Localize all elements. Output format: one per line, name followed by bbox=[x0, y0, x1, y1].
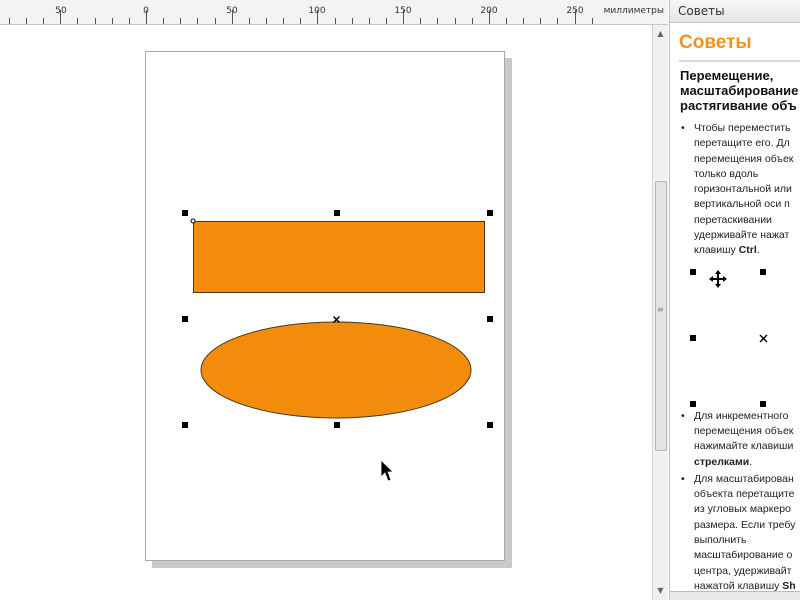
tip-line: вертикальной оси п bbox=[694, 198, 790, 211]
tip-line: центра, удерживайт bbox=[694, 564, 792, 577]
orange-rectangle[interactable] bbox=[193, 221, 485, 293]
illustration-handle bbox=[690, 268, 696, 275]
tip-line: масштабирование о bbox=[694, 549, 793, 562]
tip-scale-object: • Для масштабирован объекта перетащите и… bbox=[681, 472, 800, 594]
tip-line: Чтобы переместить bbox=[694, 122, 791, 134]
bullet-icon: • bbox=[681, 122, 685, 134]
tip-line: из угловых маркеро bbox=[694, 503, 791, 516]
move-illustration bbox=[670, 259, 800, 407]
docker-heading: Советы bbox=[679, 32, 752, 53]
heading-line: Перемещение, bbox=[680, 68, 774, 83]
bullet-icon: • bbox=[681, 472, 685, 485]
key-ctrl: Ctrl bbox=[738, 244, 757, 257]
tip-line: удерживайте нажат bbox=[694, 229, 790, 242]
selection-handle[interactable] bbox=[182, 210, 188, 216]
scrollbar-grip-icon: ≡ bbox=[657, 305, 664, 314]
selection-handle[interactable] bbox=[487, 316, 493, 322]
move-cursor-icon bbox=[709, 269, 727, 288]
selection-handle[interactable] bbox=[182, 316, 188, 322]
x-mark-icon bbox=[759, 334, 768, 343]
selection-handle[interactable] bbox=[182, 422, 188, 428]
tip-line: перемещения объек bbox=[694, 152, 794, 165]
illustration-handle bbox=[760, 268, 766, 275]
tip-line: перетащите его. Дл bbox=[694, 137, 790, 150]
heading-line: растягивание объ bbox=[680, 98, 797, 113]
tip-topic-heading: Перемещение, масштабирование растягивани… bbox=[680, 68, 800, 113]
scroll-down-arrow-icon[interactable]: ▼ bbox=[653, 584, 668, 598]
heading-divider bbox=[679, 60, 800, 62]
scroll-up-arrow-icon[interactable]: ▲ bbox=[653, 27, 668, 41]
vertical-scrollbar[interactable]: ▲ ≡ ▼ bbox=[652, 25, 668, 600]
tip-line: нажимайте клавиши bbox=[694, 440, 794, 453]
selection-handle[interactable] bbox=[487, 422, 493, 428]
scrollbar-thumb[interactable] bbox=[655, 181, 667, 451]
canvas-shapes bbox=[182, 210, 493, 482]
bullet-icon: • bbox=[681, 409, 685, 422]
node-handle[interactable] bbox=[190, 218, 196, 224]
illustration-handle bbox=[690, 334, 696, 341]
tip-line: Для масштабирован bbox=[694, 472, 794, 485]
tip-line: только вдоль bbox=[694, 167, 759, 180]
illustration-handle bbox=[760, 400, 766, 407]
tip-line: Для инкрементного bbox=[694, 409, 789, 422]
selection-handle[interactable] bbox=[334, 422, 340, 428]
selection-handle[interactable] bbox=[334, 210, 340, 216]
docker-title[interactable]: Советы bbox=[670, 0, 800, 23]
hints-docker: Советы Советы Перемещение, масштабирован… bbox=[669, 0, 800, 600]
tip-nudge-object: • Для инкрементного перемещения объек на… bbox=[681, 409, 800, 470]
heading-line: масштабирование bbox=[680, 83, 799, 98]
illustration-handle bbox=[690, 400, 696, 407]
tip-move-object: • Чтобы переместить перетащите его. Дл п… bbox=[681, 121, 800, 259]
orange-ellipse[interactable] bbox=[200, 321, 472, 419]
tip-line: клавишу Ctrl. bbox=[694, 244, 760, 257]
tip-line: размера. Если требу bbox=[694, 518, 796, 531]
tip-line: перемещения объек bbox=[694, 424, 794, 437]
tip-line: объекта перетащите bbox=[694, 488, 795, 501]
tip-line: перетаскивании bbox=[694, 213, 772, 226]
key-arrows: стрелками bbox=[694, 455, 750, 468]
tip-line: выполнить bbox=[694, 534, 747, 547]
docker-footer-bar bbox=[670, 591, 800, 600]
tip-line: горизонтальной или bbox=[694, 183, 792, 196]
tip-line: стрелками. bbox=[694, 455, 753, 468]
arrow-cursor-icon bbox=[380, 459, 394, 482]
selection-handle[interactable] bbox=[487, 210, 493, 216]
